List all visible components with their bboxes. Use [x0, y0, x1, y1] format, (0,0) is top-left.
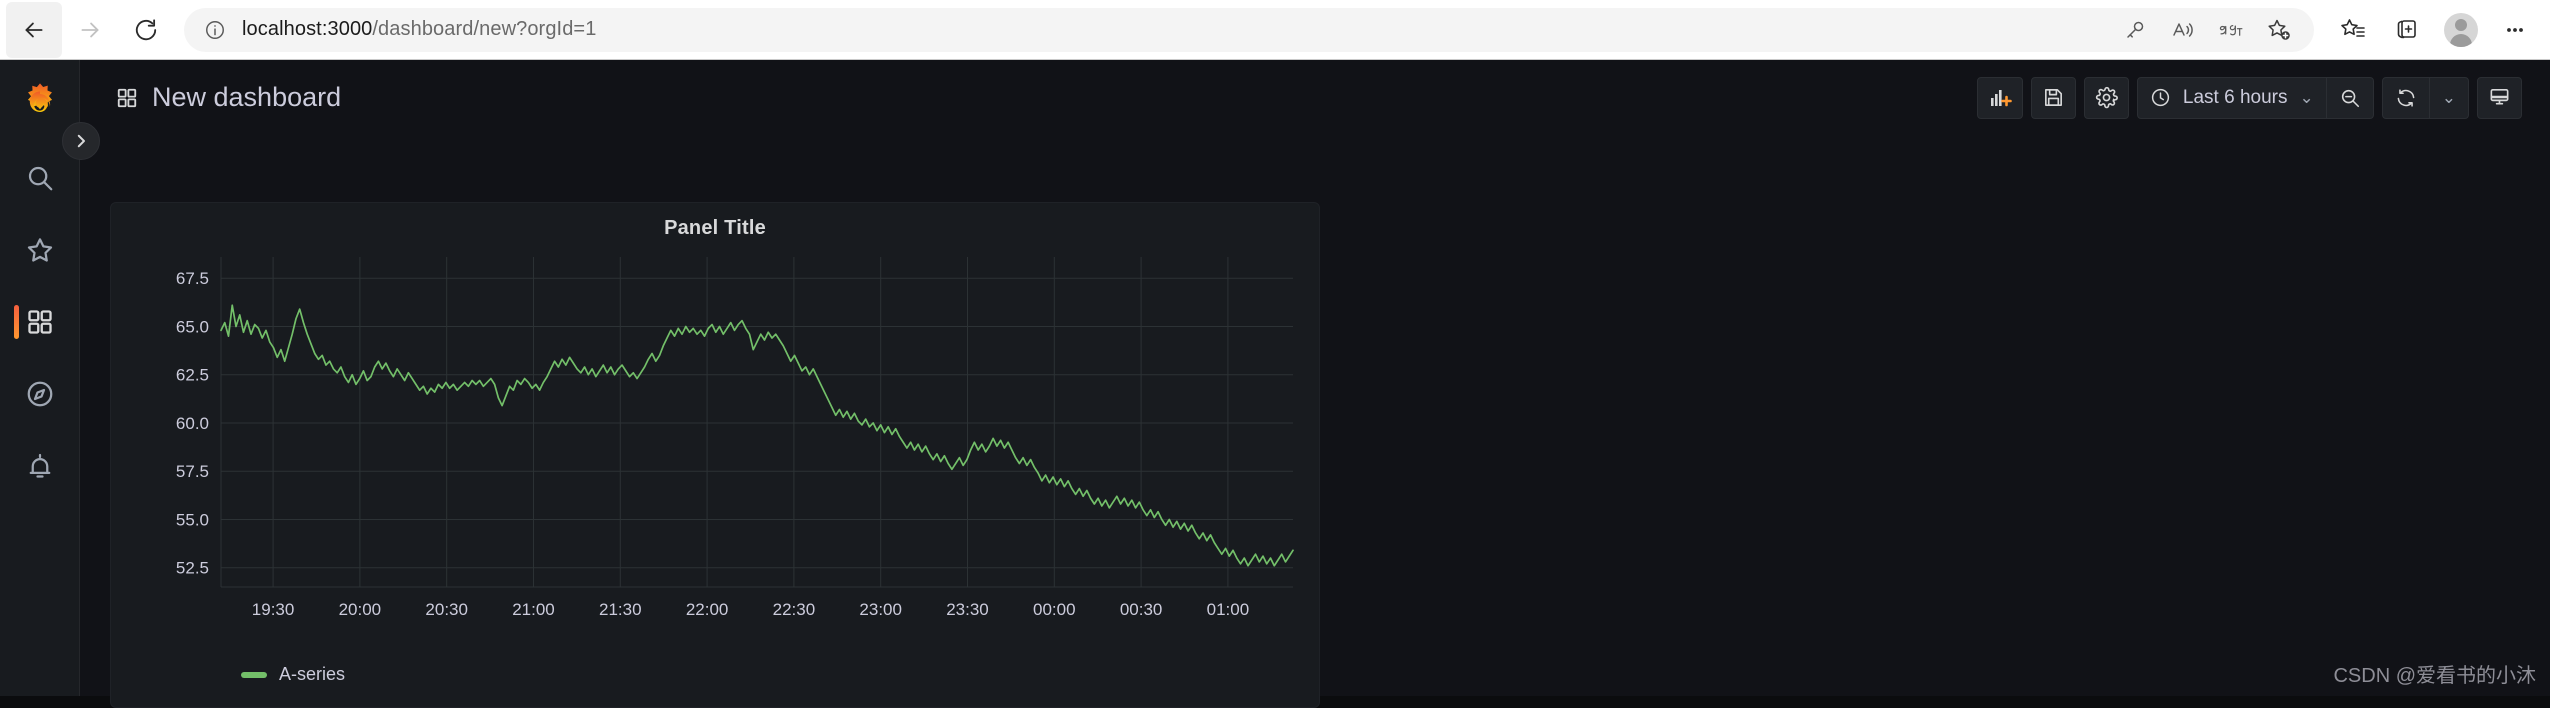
legend-label[interactable]: A-series	[279, 664, 345, 685]
sidebar-expand-button[interactable]	[62, 122, 100, 160]
chart-x-axis-ticks: 19:30 20:00 20:30 21:00 21:30 22:00 22:30 23:00…	[252, 600, 1249, 619]
browser-chrome: localhost:3000/dashboard/new?orgId=1	[0, 0, 2550, 60]
refresh-group: ⌄	[2381, 76, 2469, 119]
time-series-chart[interactable]: 67.5 65.0 62.5 60.0 57.5 55.0 52.5 19:30 20:00 2…	[111, 247, 1321, 667]
browser-toolbar-actions	[2328, 5, 2550, 55]
collections-icon[interactable]	[2382, 5, 2432, 55]
address-bar[interactable]: localhost:3000/dashboard/new?orgId=1	[184, 7, 2314, 52]
panel-title: Panel Title	[664, 217, 766, 239]
series-line-a-series	[220, 304, 1294, 567]
add-panel-icon	[1990, 89, 2012, 106]
svg-text:52.5: 52.5	[176, 559, 209, 578]
svg-text:00:00: 00:00	[1033, 600, 1076, 619]
save-dashboard-button[interactable]	[2030, 76, 2076, 119]
sidebar-item-alerting[interactable]	[0, 430, 80, 502]
refresh-button[interactable]	[2383, 78, 2429, 118]
chart-gridlines	[220, 257, 1293, 588]
legend-color-swatch	[241, 671, 267, 678]
watermark: CSDN @爱看书的小沐	[2333, 665, 2536, 687]
svg-text:67.5: 67.5	[176, 269, 209, 288]
monitor-icon	[2490, 89, 2509, 105]
more-options-icon[interactable]	[2490, 5, 2540, 55]
sidebar-nav	[0, 142, 80, 502]
time-range-label: Last 6 hours	[2182, 86, 2288, 108]
svg-text:23:00: 23:00	[859, 600, 902, 619]
zoom-out-button[interactable]	[2327, 78, 2373, 118]
browser-forward-button[interactable]	[62, 2, 118, 58]
svg-text:00:30: 00:30	[1120, 600, 1163, 619]
browser-reload-button[interactable]	[118, 2, 174, 58]
svg-text:01:00: 01:00	[1207, 600, 1250, 619]
sidebar-item-explore[interactable]	[0, 358, 80, 430]
url-text: localhost:3000/dashboard/new?orgId=1	[242, 18, 596, 41]
svg-text:19:30: 19:30	[252, 600, 295, 619]
svg-text:21:30: 21:30	[599, 600, 642, 619]
translate-icon[interactable]	[2208, 8, 2254, 52]
chevron-down-icon: ⌄	[2441, 87, 2456, 107]
url-host: localhost:3000	[242, 18, 373, 40]
svg-text:22:00: 22:00	[686, 600, 729, 619]
svg-text:55.0: 55.0	[176, 510, 209, 529]
dashboard-settings-button[interactable]	[2083, 76, 2129, 119]
add-panel-button[interactable]	[1976, 76, 2023, 119]
svg-text:65.0: 65.0	[176, 317, 209, 336]
svg-text:60.0: 60.0	[176, 414, 209, 433]
password-key-icon[interactable]	[2112, 8, 2158, 52]
breadcrumb: New dashboard	[116, 82, 341, 113]
profile-avatar[interactable]	[2436, 5, 2486, 55]
sidebar-item-starred[interactable]	[0, 214, 80, 286]
svg-text:62.5: 62.5	[176, 366, 209, 385]
grafana-app: New dashboard Last 6 hours ⌄ ⌄ Panel Tit…	[0, 60, 2550, 708]
save-disk-icon	[2044, 89, 2062, 106]
chart-y-axis-ticks: 67.5 65.0 62.5 60.0 57.5 55.0 52.5	[176, 269, 209, 577]
grafana-logo[interactable]	[19, 82, 61, 124]
sidebar-item-dashboards[interactable]	[0, 286, 80, 358]
svg-text:23:30: 23:30	[946, 600, 989, 619]
chart-legend: A-series	[241, 664, 345, 685]
time-range-picker[interactable]: Last 6 hours ⌄	[2138, 78, 2326, 118]
address-bar-actions	[2112, 8, 2302, 52]
read-aloud-icon[interactable]	[2160, 8, 2206, 52]
add-favorite-icon[interactable]	[2256, 8, 2302, 52]
dashboard-topnav: New dashboard Last 6 hours ⌄ ⌄	[80, 60, 2550, 135]
url-path: /dashboard/new?orgId=1	[372, 18, 597, 40]
svg-text:22:30: 22:30	[773, 600, 816, 619]
svg-text:20:30: 20:30	[425, 600, 468, 619]
chevron-down-icon[interactable]: ⌄	[2300, 88, 2314, 108]
gear-icon	[2095, 86, 2118, 109]
dashboard-actions: Last 6 hours ⌄ ⌄	[1976, 76, 2550, 119]
browser-back-button[interactable]	[6, 1, 62, 58]
avatar	[2444, 12, 2478, 47]
clock-icon	[2151, 88, 2170, 107]
favorites-list-icon[interactable]	[2328, 5, 2378, 55]
svg-text:20:00: 20:00	[339, 600, 382, 619]
page-title: New dashboard	[152, 82, 342, 112]
kiosk-mode-button[interactable]	[2477, 76, 2522, 119]
chart-svg: 67.5 65.0 62.5 60.0 57.5 55.0 52.5 19:30 20:00 2…	[176, 257, 1294, 619]
dashboard-panel[interactable]: Panel Title 67.5 65.0 62.5 60.0 57.5 55.0 52.5…	[110, 202, 1320, 708]
refresh-icon	[2397, 88, 2415, 107]
info-circle-icon[interactable]	[196, 11, 234, 49]
svg-text:57.5: 57.5	[176, 462, 209, 481]
zoom-out-icon	[2341, 89, 2359, 107]
time-range-group: Last 6 hours ⌄	[2136, 76, 2374, 119]
sidebar	[0, 60, 100, 696]
dashboard-grid-icon	[117, 88, 137, 107]
refresh-interval-dropdown[interactable]: ⌄	[2430, 78, 2468, 118]
svg-text:21:00: 21:00	[512, 600, 555, 619]
